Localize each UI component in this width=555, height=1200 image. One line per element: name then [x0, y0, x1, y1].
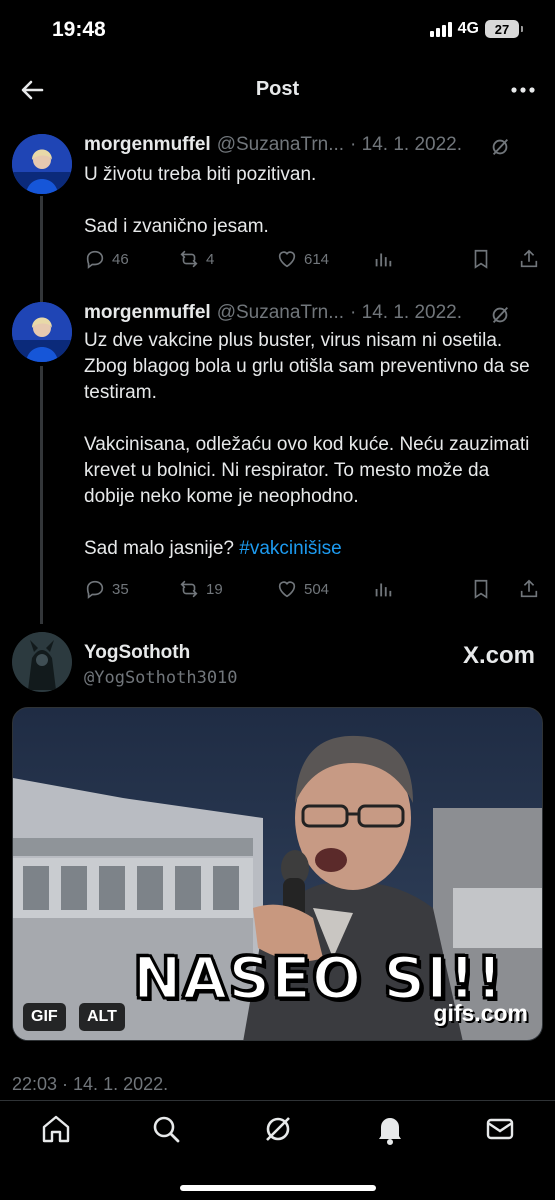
- repost-count: 4: [206, 250, 215, 268]
- more-icon: [511, 87, 535, 93]
- heart-icon: [278, 251, 296, 268]
- main-post-header: YogSothoth @YogSothoth3010 X.com: [0, 630, 555, 696]
- reply-button[interactable]: 35: [84, 578, 129, 600]
- tweet[interactable]: morgenmuffel @SuzanaTrn... · 14. 1. 2022…: [0, 302, 555, 612]
- user-handle[interactable]: @SuzanaTrn...: [217, 134, 344, 156]
- like-button[interactable]: 504: [276, 578, 329, 600]
- messages-icon: [486, 1118, 514, 1140]
- status-indicators: 4G 27: [429, 20, 523, 38]
- tweet-actions: 46 4 614: [84, 248, 543, 272]
- share-icon: [520, 249, 538, 268]
- bar-chart-icon: [375, 253, 392, 267]
- nav-grok[interactable]: [258, 1109, 298, 1149]
- home-indicator: [180, 1185, 376, 1191]
- top-header: Post: [0, 62, 555, 118]
- share-icon: [520, 579, 538, 598]
- share-button[interactable]: [518, 578, 540, 600]
- tweet-header: morgenmuffel @SuzanaTrn... · 14. 1. 2022…: [84, 134, 462, 156]
- grok-icon[interactable]: [489, 136, 511, 158]
- tweet-body: Uz dve vakcine plus buster, virus nisam …: [84, 330, 530, 559]
- display-name[interactable]: morgenmuffel: [84, 134, 211, 156]
- reply-count: 46: [112, 250, 129, 268]
- gif-media[interactable]: NASEO SI!! gifs.com GIF ALT: [12, 707, 543, 1041]
- nav-search[interactable]: [146, 1109, 186, 1149]
- tweet-more-icon[interactable]: [519, 136, 543, 158]
- heart-icon: [278, 581, 296, 598]
- grok-icon[interactable]: [489, 304, 511, 326]
- tweet-date: · 14. 1. 2022.: [350, 302, 463, 323]
- bookmark-icon: [474, 249, 488, 269]
- repost-icon: [180, 580, 198, 598]
- repost-count: 19: [206, 580, 223, 598]
- like-count: 504: [304, 580, 330, 598]
- reply-icon: [86, 250, 104, 269]
- like-count: 614: [304, 250, 330, 268]
- bookmark-button[interactable]: [470, 578, 492, 600]
- more-options-button[interactable]: [507, 74, 539, 106]
- bookmark-icon: [474, 579, 488, 599]
- grok-icon: [266, 1117, 290, 1141]
- views-button[interactable]: [372, 248, 394, 270]
- user-handle[interactable]: @SuzanaTrn...: [217, 302, 344, 324]
- post-timestamp[interactable]: 22:03 · 14. 1. 2022.: [12, 1074, 168, 1095]
- network-type: 4G: [457, 20, 479, 37]
- profile-photo: [12, 302, 72, 362]
- display-name[interactable]: morgenmuffel: [84, 302, 211, 324]
- avatar[interactable]: [12, 134, 72, 194]
- bar-chart-icon: [375, 583, 392, 597]
- bottom-navigation: [0, 1100, 555, 1200]
- tweet-text: Uz dve vakcine plus buster, virus nisam …: [84, 328, 535, 562]
- source-label: X.com: [462, 642, 535, 669]
- avatar[interactable]: [12, 632, 72, 692]
- share-button[interactable]: [518, 248, 540, 270]
- profile-photo: [12, 134, 72, 194]
- home-icon: [42, 1115, 70, 1143]
- like-button[interactable]: 614: [276, 248, 329, 270]
- battery-icon: 27: [485, 20, 523, 38]
- nav-home[interactable]: [36, 1109, 76, 1149]
- nav-notifications[interactable]: [370, 1109, 410, 1149]
- nav-messages[interactable]: [480, 1109, 520, 1149]
- reply-icon: [86, 580, 104, 599]
- repost-button[interactable]: 19: [178, 578, 223, 600]
- tweet-text: U životu treba biti pozitivan. Sad i zva…: [84, 162, 535, 240]
- views-button[interactable]: [372, 578, 394, 600]
- tweet-body: U životu treba biti pozitivan. Sad i zva…: [84, 164, 317, 237]
- alt-badge[interactable]: ALT: [79, 1003, 125, 1031]
- status-time: 19:48: [52, 18, 106, 41]
- user-handle[interactable]: @YogSothoth3010: [84, 668, 238, 688]
- tweet-date: · 14. 1. 2022.: [350, 134, 463, 155]
- search-icon: [153, 1116, 180, 1143]
- avatar[interactable]: [12, 302, 72, 362]
- repost-button[interactable]: 4: [178, 248, 214, 270]
- tweet[interactable]: morgenmuffel @SuzanaTrn... · 14. 1. 2022…: [0, 134, 555, 284]
- profile-photo: [12, 632, 72, 692]
- tweet-actions: 35 19 504: [84, 578, 543, 602]
- status-bar: 19:48 4G 27: [0, 0, 555, 62]
- signal-icon: [429, 21, 452, 37]
- notifications-icon: [379, 1118, 401, 1145]
- reply-count: 35: [112, 580, 129, 598]
- bookmark-button[interactable]: [470, 248, 492, 270]
- gif-badge[interactable]: GIF: [23, 1003, 66, 1031]
- tweet-header: morgenmuffel @SuzanaTrn... · 14. 1. 2022…: [84, 302, 462, 324]
- repost-icon: [180, 250, 198, 268]
- reply-button[interactable]: 46: [84, 248, 129, 270]
- display-name[interactable]: YogSothoth: [84, 642, 190, 664]
- gif-watermark: gifs.com: [433, 1000, 528, 1026]
- page-title: Post: [255, 78, 300, 100]
- hashtag-link[interactable]: #vakcinišise: [239, 538, 341, 559]
